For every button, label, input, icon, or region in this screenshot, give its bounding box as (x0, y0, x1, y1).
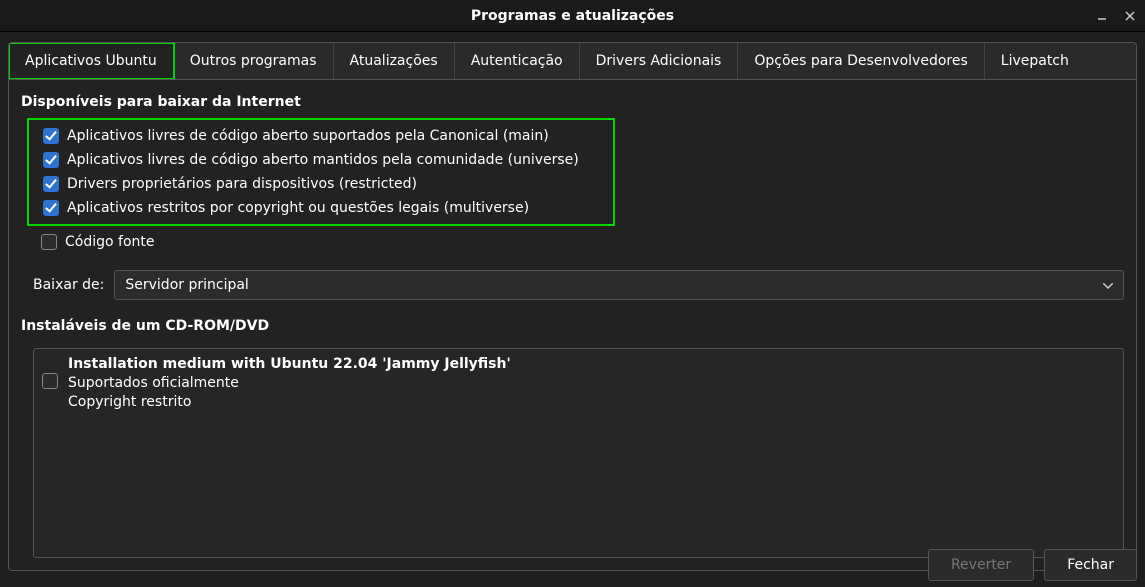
checkbox-source-code-input[interactable] (41, 234, 57, 250)
checkbox-restricted[interactable]: Drivers proprietários para dispositivos … (29, 172, 605, 196)
minimize-icon[interactable] (1093, 7, 1111, 25)
window-title: Programas e atualizações (471, 8, 674, 24)
checkbox-label: Código fonte (65, 234, 155, 250)
close-button[interactable]: Fechar (1044, 549, 1137, 581)
tab-aplicativos-ubuntu[interactable]: Aplicativos Ubuntu (9, 43, 174, 79)
tab-label: Opções para Desenvolvedores (754, 53, 967, 69)
tab-label: Drivers Adicionais (596, 53, 722, 69)
download-label: Baixar de: (33, 277, 104, 293)
tab-label: Livepatch (1001, 53, 1069, 69)
chevron-down-icon (1103, 279, 1113, 292)
checkbox-label: Aplicativos restritos por copyright ou q… (67, 200, 529, 216)
download-server-combo[interactable]: Servidor principal (114, 270, 1124, 300)
checkbox-label: Aplicativos livres de código aberto supo… (67, 128, 549, 144)
checkbox-restricted-input[interactable] (43, 176, 59, 192)
checkbox-main[interactable]: Aplicativos livres de código aberto supo… (29, 124, 605, 148)
checkbox-multiverse-input[interactable] (43, 200, 59, 216)
cdrom-heading: Instaláveis de um CD-ROM/DVD (21, 318, 1124, 334)
tab-outros-programas[interactable]: Outros programas (174, 43, 334, 79)
download-row: Baixar de: Servidor principal (33, 270, 1124, 300)
window-controls (1093, 7, 1139, 25)
close-icon[interactable] (1121, 7, 1139, 25)
cdrom-item-title: Installation medium with Ubuntu 22.04 'J… (68, 355, 511, 374)
cdrom-item-line2: Suportados oficialmente (68, 374, 511, 393)
cdrom-item[interactable]: Installation medium with Ubuntu 22.04 'J… (42, 355, 1115, 412)
titlebar: Programas e atualizações (0, 0, 1145, 32)
checkbox-universe-input[interactable] (43, 152, 59, 168)
tab-drivers-adicionais[interactable]: Drivers Adicionais (580, 43, 739, 79)
checkbox-source-code[interactable]: Código fonte (21, 230, 1124, 254)
checkbox-multiverse[interactable]: Aplicativos restritos por copyright ou q… (29, 196, 605, 220)
tab-bar: Aplicativos Ubuntu Outros programas Atua… (8, 42, 1137, 79)
cdrom-list[interactable]: Installation medium with Ubuntu 22.04 'J… (33, 348, 1124, 558)
checkbox-label: Aplicativos livres de código aberto mant… (67, 152, 579, 168)
tab-panel: Disponíveis para baixar da Internet Apli… (8, 79, 1137, 571)
combo-selected: Servidor principal (125, 277, 248, 293)
internet-checkbox-group: Aplicativos livres de código aberto supo… (27, 118, 615, 226)
tab-opcoes-desenvolvedores[interactable]: Opções para Desenvolvedores (738, 43, 984, 79)
tab-atualizacoes[interactable]: Atualizações (334, 43, 455, 79)
tab-label: Outros programas (190, 53, 317, 69)
checkbox-universe[interactable]: Aplicativos livres de código aberto mant… (29, 148, 605, 172)
checkbox-label: Drivers proprietários para dispositivos … (67, 176, 417, 192)
cdrom-checkbox[interactable] (42, 373, 58, 389)
tab-label: Autenticação (471, 53, 563, 69)
tab-livepatch[interactable]: Livepatch (985, 43, 1085, 79)
revert-button[interactable]: Reverter (928, 549, 1034, 581)
footer-buttons: Reverter Fechar (928, 549, 1137, 581)
tab-label: Aplicativos Ubuntu (25, 53, 157, 69)
checkbox-main-input[interactable] (43, 128, 59, 144)
cdrom-text: Installation medium with Ubuntu 22.04 'J… (68, 355, 511, 412)
internet-heading: Disponíveis para baixar da Internet (21, 94, 1124, 110)
tab-autenticacao[interactable]: Autenticação (455, 43, 580, 79)
cdrom-item-line3: Copyright restrito (68, 393, 511, 412)
tab-label: Atualizações (350, 53, 438, 69)
